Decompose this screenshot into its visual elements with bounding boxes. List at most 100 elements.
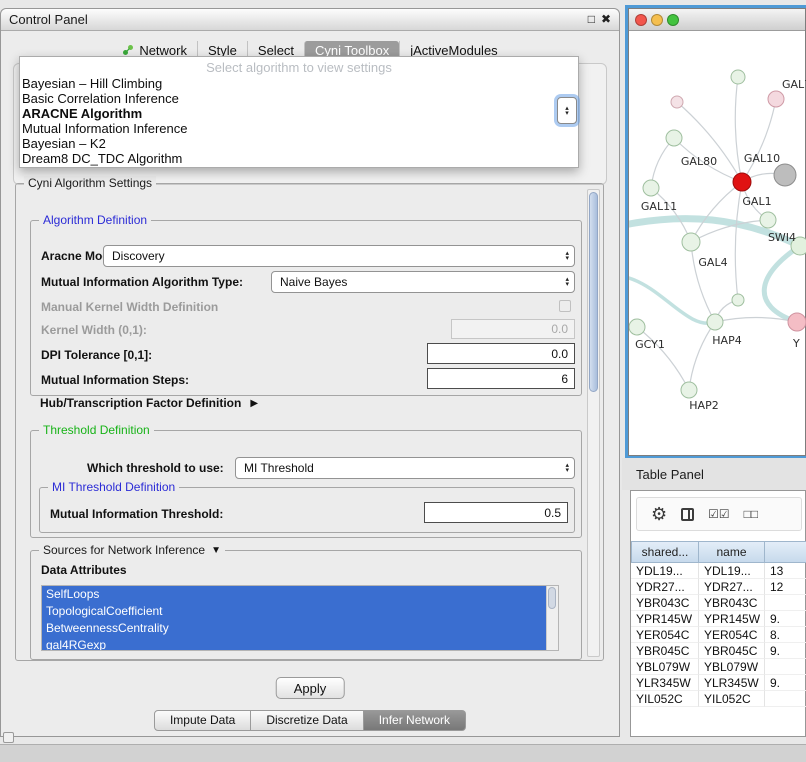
mi-steps-field[interactable]: [427, 368, 575, 389]
attribute-selfloops[interactable]: SelfLoops: [42, 586, 558, 603]
table-row[interactable]: YPR145WYPR145W9.: [631, 611, 806, 627]
bottom-tab-discretize-data[interactable]: Discretize Data: [251, 710, 363, 731]
network-edge-ribbon[interactable]: [764, 246, 800, 322]
network-edge[interactable]: [735, 77, 742, 182]
network-node-hap4[interactable]: [707, 314, 723, 330]
combo-arrows-icon: ▴ ▾: [565, 277, 569, 287]
kernel-width-field[interactable]: [451, 319, 575, 339]
network-node-gcy1[interactable]: [629, 319, 645, 335]
table-cell: 12: [765, 579, 806, 595]
window-restore-icon[interactable]: [3, 732, 14, 743]
network-edge[interactable]: [689, 322, 715, 390]
column-header-col2[interactable]: [765, 541, 806, 563]
data-attributes-list[interactable]: SelfLoopsTopologicalCoefficientBetweenne…: [41, 585, 559, 651]
manual-kernel-width-label: Manual Kernel Width Definition: [41, 300, 218, 314]
network-edge[interactable]: [691, 242, 715, 322]
network-node-gal4[interactable]: [682, 233, 700, 251]
network-edge[interactable]: [742, 99, 776, 182]
node-label-hap2: HAP2: [689, 399, 718, 412]
network-node-gal10[interactable]: [733, 173, 751, 191]
bottom-tab-infer-network[interactable]: Infer Network: [364, 710, 466, 731]
control-panel-titlebar[interactable]: Control Panel □ ✖: [1, 9, 619, 31]
network-node[interactable]: [671, 96, 683, 108]
zoom-traffic-light-icon[interactable]: [667, 14, 679, 26]
apply-button[interactable]: Apply: [276, 677, 345, 699]
manual-kernel-width-checkbox[interactable]: [559, 300, 571, 312]
table-cell: YLR345W: [631, 675, 699, 691]
table-row[interactable]: YBR043CYBR043C: [631, 595, 806, 611]
table-row[interactable]: YLR345WYLR345W9.: [631, 675, 806, 691]
algorithm-option-dream8-dc-tdc-algorithm[interactable]: Dream8 DC_TDC Algorithm: [20, 151, 578, 166]
table-settings-gear-icon[interactable]: ⚙: [651, 505, 667, 523]
table-cell: YIL052C: [631, 691, 699, 707]
network-edge-ribbon[interactable]: [629, 278, 715, 323]
column-header-shared[interactable]: shared...: [631, 541, 699, 563]
network-node[interactable]: [774, 164, 796, 186]
sources-title-text: Sources for Network Inference: [43, 543, 205, 557]
table-row[interactable]: YER054CYER054C8.: [631, 627, 806, 643]
collapse-arrow-icon[interactable]: ▼: [211, 545, 221, 556]
algorithm-option-aracne-algorithm[interactable]: ARACNE Algorithm: [20, 106, 578, 121]
network-node-gal80[interactable]: [666, 130, 682, 146]
network-edge[interactable]: [691, 182, 742, 242]
bottom-tab-impute-data[interactable]: Impute Data: [154, 710, 251, 731]
attributes-scrollbar[interactable]: [546, 586, 558, 650]
table-row[interactable]: YBR045CYBR045C9.: [631, 643, 806, 659]
table-row[interactable]: YDR27...YDR27...12: [631, 579, 806, 595]
column-header-name[interactable]: name: [699, 541, 765, 563]
attribute-topologicalcoefficient[interactable]: TopologicalCoefficient: [42, 603, 558, 620]
aracne-mode-combo[interactable]: Discovery ▴ ▾: [103, 245, 575, 267]
table-row[interactable]: YIL052CYIL052C: [631, 691, 806, 707]
algorithm-option-bayesian-k2[interactable]: Bayesian – K2: [20, 136, 578, 151]
algorithm-option-mutual-information-inference[interactable]: Mutual Information Inference: [20, 121, 578, 136]
mi-threshold-label: Mutual Information Threshold:: [50, 507, 223, 521]
hub-definition-section[interactable]: Hub/Transcription Factor Definition ▶: [40, 396, 258, 410]
network-node-gal1[interactable]: [760, 212, 776, 228]
network-edge[interactable]: [651, 188, 691, 242]
algorithm-option-basic-correlation-inference[interactable]: Basic Correlation Inference: [20, 91, 578, 106]
close-window-icon[interactable]: ✖: [601, 12, 611, 26]
table-cell: 13: [765, 563, 806, 579]
mi-threshold-field[interactable]: [424, 502, 568, 523]
algorithm-combo-arrow-button[interactable]: ▴ ▾: [557, 97, 577, 124]
network-node-y[interactable]: [788, 313, 806, 331]
table-cell: YBR043C: [631, 595, 699, 611]
attribute-gal4rgexp[interactable]: gal4RGexp: [42, 637, 558, 651]
network-tab-icon: [122, 44, 134, 56]
which-threshold-combo[interactable]: MI Threshold ▴ ▾: [235, 457, 575, 479]
settings-scrollbar-thumb[interactable]: [589, 192, 598, 392]
float-window-icon[interactable]: □: [588, 12, 595, 26]
network-node[interactable]: [732, 294, 744, 306]
dpi-tolerance-field[interactable]: [427, 343, 575, 364]
close-traffic-light-icon[interactable]: [635, 14, 647, 26]
table-cell: 9.: [765, 611, 806, 627]
mi-algorithm-type-combo[interactable]: Naive Bayes ▴ ▾: [271, 271, 575, 293]
table-row[interactable]: YBL079WYBL079W: [631, 659, 806, 675]
network-window-titlebar[interactable]: [629, 9, 805, 31]
attributes-scrollbar-thumb[interactable]: [548, 587, 556, 609]
node-label-hap4: HAP4: [712, 334, 741, 347]
deselect-all-columns-icon[interactable]: □□: [744, 508, 759, 520]
table-cell: YER054C: [699, 627, 765, 643]
algorithm-option-bayesian-hill-climbing[interactable]: Bayesian – Hill Climbing: [20, 76, 578, 91]
settings-scrollbar[interactable]: [587, 189, 600, 657]
expand-arrow-icon[interactable]: ▶: [250, 398, 258, 409]
combo-arrows-icon: ▴ ▾: [565, 106, 569, 116]
data-attributes-label: Data Attributes: [41, 563, 127, 577]
table-cell: YBL079W: [631, 659, 699, 675]
select-all-columns-icon[interactable]: ☑☑: [708, 508, 730, 520]
network-node[interactable]: [731, 70, 745, 84]
minimize-traffic-light-icon[interactable]: [651, 14, 663, 26]
network-edge[interactable]: [735, 182, 742, 300]
network-node-gal11[interactable]: [643, 180, 659, 196]
network-node-hap2[interactable]: [681, 382, 697, 398]
bottom-tab-bar: Impute DataDiscretize DataInfer Network: [1, 710, 619, 731]
network-node-gal7[interactable]: [768, 91, 784, 107]
column-selector-icon[interactable]: [681, 508, 694, 521]
network-edge[interactable]: [677, 102, 742, 182]
table-row[interactable]: YDL19...YDL19...13: [631, 563, 806, 579]
network-edge[interactable]: [637, 327, 689, 390]
down-arrow-icon: ▾: [565, 468, 569, 473]
network-canvas[interactable]: GAL7GAL80GAL10GAL11GAL1GAL4SWI4GCY1HAP4Y…: [629, 31, 806, 457]
attribute-betweennesscentrality[interactable]: BetweennessCentrality: [42, 620, 558, 637]
